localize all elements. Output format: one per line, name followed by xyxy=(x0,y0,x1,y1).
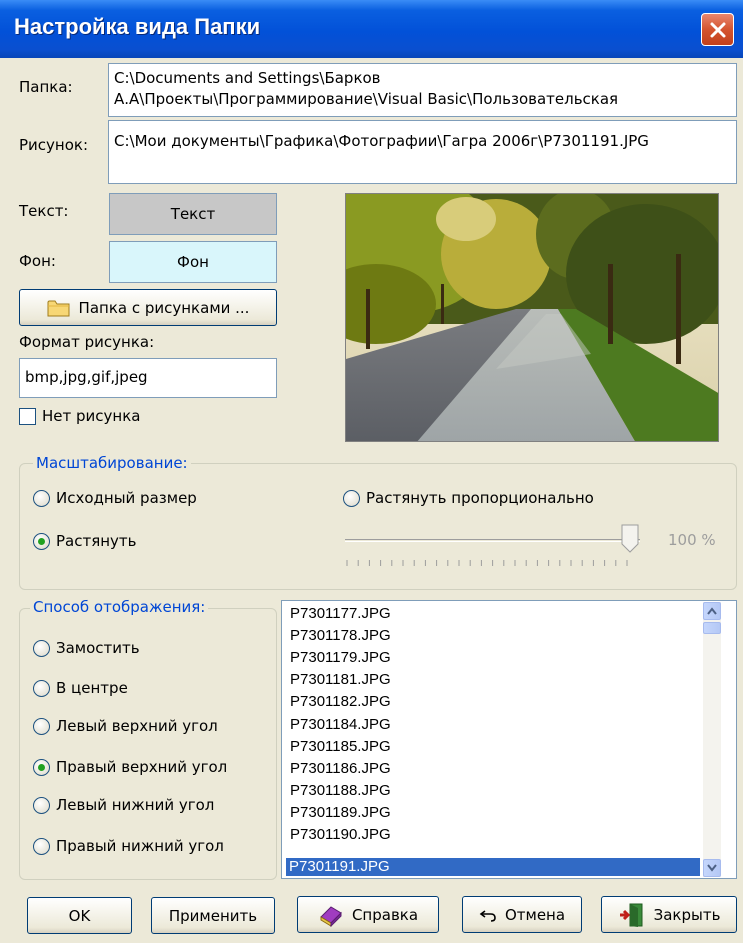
radio-display-center-label: В центре xyxy=(56,679,128,697)
close-button[interactable]: Закрыть xyxy=(601,896,737,933)
radio-display-top-right-label: Правый верхний угол xyxy=(56,758,228,776)
scale-percent-label: 100 % xyxy=(668,531,716,549)
radio-stretch-proportional-label: Растянуть пропорционально xyxy=(366,489,594,507)
radio-display-top-left-label: Левый верхний угол xyxy=(56,717,218,735)
window-title: Настройка вида Папки xyxy=(14,14,261,39)
help-button-label: Справка xyxy=(351,905,419,924)
undo-icon xyxy=(479,909,496,922)
picture-path-field[interactable]: C:\Мои документы\Графика\Фотографии\Гагр… xyxy=(108,120,737,184)
radio-display-tile[interactable]: Замостить xyxy=(33,639,140,657)
scaling-group-title: Масштабирование: xyxy=(33,454,191,472)
radio-display-bottom-left-button[interactable] xyxy=(33,796,50,814)
help-book-icon xyxy=(320,905,342,927)
text-color-button[interactable]: Текст xyxy=(109,193,277,235)
format-value: bmp,jpg,gif,jpeg xyxy=(25,368,148,386)
picture-preview xyxy=(345,193,719,442)
folder-path-line1: C:\Documents and Settings\Барков xyxy=(114,69,381,87)
file-list-item[interactable]: P7301184.JPG xyxy=(287,716,394,734)
radio-display-tile-label: Замостить xyxy=(56,639,140,657)
chevron-down-icon xyxy=(707,864,717,872)
file-list-item[interactable]: P7301181.JPG xyxy=(287,671,394,689)
scroll-thumb[interactable] xyxy=(703,622,721,634)
radio-stretch-proportional-button[interactable] xyxy=(343,489,360,507)
file-list-item[interactable]: P7301188.JPG xyxy=(287,782,394,800)
folder-path-line2: А.А\Проекты\Программирование\Visual Basi… xyxy=(114,90,619,108)
picture-folder-button[interactable]: Папка с рисунками ... xyxy=(19,289,277,326)
radio-stretch-proportional[interactable]: Растянуть пропорционально xyxy=(343,489,594,507)
radio-stretch-label: Растянуть xyxy=(56,532,137,550)
scroll-down-button[interactable] xyxy=(703,859,721,877)
no-picture-checkbox[interactable] xyxy=(19,407,36,425)
file-list-item[interactable]: P7301179.JPG xyxy=(287,649,394,667)
format-input[interactable]: bmp,jpg,gif,jpeg xyxy=(19,358,277,398)
picture-path-value: C:\Мои документы\Графика\Фотографии\Гагр… xyxy=(114,132,649,150)
radio-display-top-left-button[interactable] xyxy=(33,717,50,735)
radio-display-bottom-right-label: Правый нижний угол xyxy=(56,837,224,855)
radio-display-bottom-right-button[interactable] xyxy=(33,837,50,855)
close-button-label: Закрыть xyxy=(653,905,721,924)
file-list-item[interactable]: P7301186.JPG xyxy=(287,760,394,778)
radio-display-center-button[interactable] xyxy=(33,679,50,697)
radio-display-bottom-left-label: Левый нижний угол xyxy=(56,796,215,814)
file-list-scrollbar[interactable] xyxy=(703,602,721,877)
format-label: Формат рисунка: xyxy=(19,333,155,351)
radio-display-top-right-button[interactable] xyxy=(33,758,50,776)
title-bar[interactable]: Настройка вида Папки xyxy=(0,0,743,58)
picture-label: Рисунок: xyxy=(19,136,89,154)
display-mode-group-title: Способ отображения: xyxy=(30,598,209,616)
scale-slider-thumb[interactable] xyxy=(621,524,639,553)
no-picture-label: Нет рисунка xyxy=(42,407,141,425)
radio-display-bottom-left[interactable]: Левый нижний угол xyxy=(33,796,214,814)
background-color-button[interactable]: Фон xyxy=(109,241,277,283)
radio-original-size-label: Исходный размер xyxy=(56,489,197,507)
folder-path-field[interactable]: C:\Documents and Settings\Барков А.А\Про… xyxy=(108,63,737,117)
window-close-button[interactable] xyxy=(701,13,734,46)
radio-display-center[interactable]: В центре xyxy=(33,679,128,697)
cancel-button[interactable]: Отмена xyxy=(462,896,582,933)
text-color-label: Текст: xyxy=(19,202,69,220)
file-list-item[interactable]: P7301182.JPG xyxy=(287,693,394,711)
file-list-item[interactable]: P7301177.JPG xyxy=(287,605,394,623)
scale-slider-track[interactable] xyxy=(345,539,640,542)
radio-display-bottom-right[interactable]: Правый нижний угол xyxy=(33,837,224,855)
file-list-item[interactable]: P7301178.JPG xyxy=(287,627,394,645)
scale-slider-ticks xyxy=(346,560,628,566)
chevron-up-icon xyxy=(707,607,717,615)
file-listbox[interactable]: P7301177.JPG P7301178.JPG P7301179.JPG P730… xyxy=(281,600,737,879)
cancel-button-label: Отмена xyxy=(504,905,566,924)
background-color-label: Фон: xyxy=(19,252,56,270)
file-list-item[interactable]: P7301190.JPG xyxy=(287,826,394,844)
folder-label: Папка: xyxy=(19,78,73,96)
scroll-up-button[interactable] xyxy=(703,602,721,620)
close-icon xyxy=(710,22,725,37)
file-list-item[interactable]: P7301185.JPG xyxy=(287,738,394,756)
file-list-item[interactable]: P7301189.JPG xyxy=(287,804,394,822)
radio-stretch[interactable]: Растянуть xyxy=(33,532,137,550)
apply-button[interactable]: Применить xyxy=(151,897,275,934)
radio-original-size-button[interactable] xyxy=(33,489,50,507)
radio-display-top-left[interactable]: Левый верхний угол xyxy=(33,717,218,735)
no-picture-checkbox-row[interactable]: Нет рисунка xyxy=(19,407,140,425)
folder-icon xyxy=(47,300,70,316)
file-list-item[interactable]: P7301191.JPG xyxy=(286,858,700,876)
help-button[interactable]: Справка xyxy=(297,896,439,933)
exit-door-icon xyxy=(619,903,643,927)
picture-folder-button-label: Папка с рисунками ... xyxy=(78,298,250,317)
ok-button[interactable]: OK xyxy=(27,897,132,934)
radio-display-top-right[interactable]: Правый верхний угол xyxy=(33,758,227,776)
radio-stretch-button[interactable] xyxy=(33,532,50,550)
radio-display-tile-button[interactable] xyxy=(33,639,50,657)
radio-original-size[interactable]: Исходный размер xyxy=(33,489,197,507)
